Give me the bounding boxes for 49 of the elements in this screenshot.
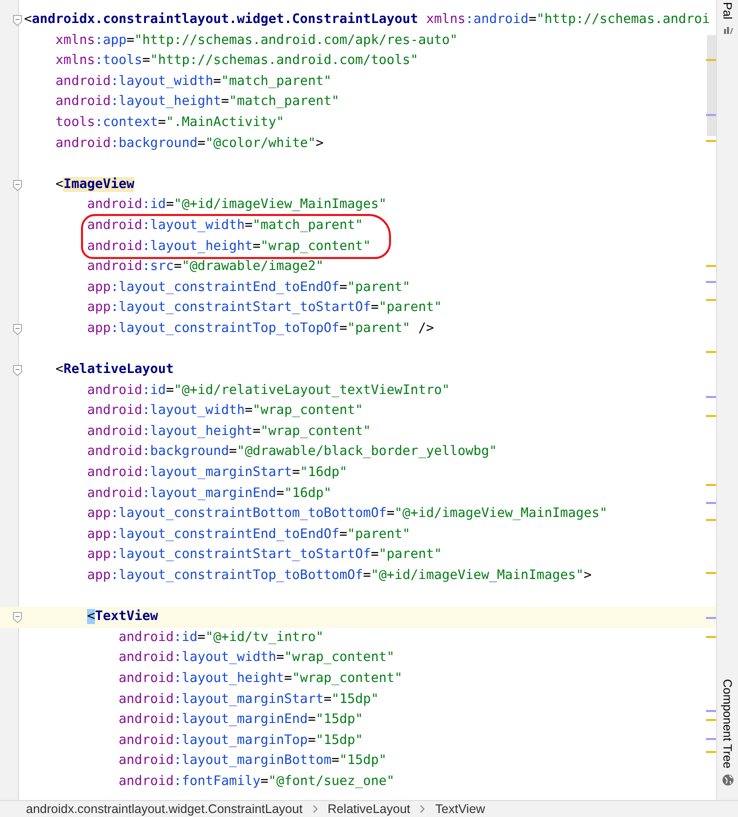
code-line: <RelativeLayout — [54, 361, 174, 380]
code-line: android:layout_width="match_parent" — [54, 72, 332, 91]
code-line: android:id="@+id/tv_intro" — [118, 628, 324, 647]
code-line: android:background="@drawable/black_border_yellowbg" — [86, 443, 498, 462]
code-line: app:layout_constraintTop_toBottomOf="@+id/imageView_MainImages"> — [86, 567, 592, 586]
code-line: android:id="@+id/relativeLayout_textViewIntro" — [86, 382, 450, 400]
fold-icon[interactable] — [13, 324, 22, 335]
fold-icon[interactable] — [13, 365, 22, 376]
side-tab[interactable]: Pal — [718, 2, 738, 20]
code-line: android:layout_marginStart="15dp" — [118, 690, 379, 709]
code-line: android:layout_marginEnd="15dp" — [118, 711, 364, 730]
code-line: app:layout_constraintEnd_toEndOf="parent" — [86, 526, 410, 544]
code-line: app:layout_constraintEnd_toEndOf="parent" — [86, 278, 410, 297]
globe-icon — [722, 774, 734, 786]
code-line: android:layout_width="wrap_content" — [86, 402, 364, 420]
code-line: app:layout_constraintTop_toTopOf="parent" /> — [86, 320, 434, 338]
code-line: android:layout_height="wrap_content" — [87, 238, 371, 256]
code-line: android:background="@color/white"> — [54, 134, 324, 153]
chevron-icon — [420, 805, 426, 813]
fold-icon[interactable] — [13, 612, 22, 624]
code-line: android:layout_marginTop="15dp" — [118, 732, 364, 750]
code-line: tools:context=".MainActivity" — [54, 114, 284, 132]
code-line: android:layout_width="wrap_content" — [118, 649, 395, 668]
breadcrumb-item[interactable]: RelativeLayout — [328, 801, 410, 817]
code-line: android:layout_width="match_parent" — [87, 216, 364, 235]
code-line: app:layout_constraintStart_toStartOf="parent" — [86, 546, 442, 564]
code-line: android:layout_height="wrap_content" — [86, 422, 371, 441]
fold-icon[interactable] — [13, 15, 22, 26]
code-line: app:layout_constraintBottom_toBottomOf="@+id/imageView_MainImages" — [86, 505, 608, 524]
fold-icon[interactable] — [13, 180, 22, 191]
breadcrumb-item[interactable]: androidx.constraintlayout.widget.ConstraintLayout — [26, 801, 303, 817]
code-line: android:src="@drawable/image2" — [86, 258, 324, 276]
breadcrumb-item[interactable]: TextView — [435, 801, 486, 817]
palette-icon — [722, 25, 732, 36]
code-line: android:layout_marginStart="16dp" — [86, 464, 348, 482]
code-line: android:layout_marginEnd="16dp" — [86, 484, 332, 503]
chevron-icon — [312, 805, 318, 813]
code-line: xmlns:tools="http://schemas.android.com/tools" — [54, 52, 418, 70]
code-line: <ImageView — [54, 176, 134, 194]
code-line: <androidx.constraintlayout.widget.ConstraintLayout xmlns:android="http://schemas.androi — [24, 11, 710, 29]
code-line: android:layout_height="match_parent" — [54, 93, 340, 112]
code-line: xmlns:app="http://schemas.android.com/apk/res-auto" — [54, 32, 458, 50]
code-line: android:id="@+id/imageView_MainImages" — [86, 196, 387, 214]
code-line: android:fontFamily="@font/suez_one" — [118, 772, 395, 791]
code-line: <TextView — [86, 608, 158, 626]
code-line: android:layout_height="wrap_content" — [118, 670, 402, 688]
side-tab[interactable]: Component Tree — [718, 678, 738, 768]
code-line: android:layout_marginBottom="15dp" — [118, 752, 387, 770]
code-line: app:layout_constraintStart_toStartOf="parent" — [86, 299, 442, 318]
